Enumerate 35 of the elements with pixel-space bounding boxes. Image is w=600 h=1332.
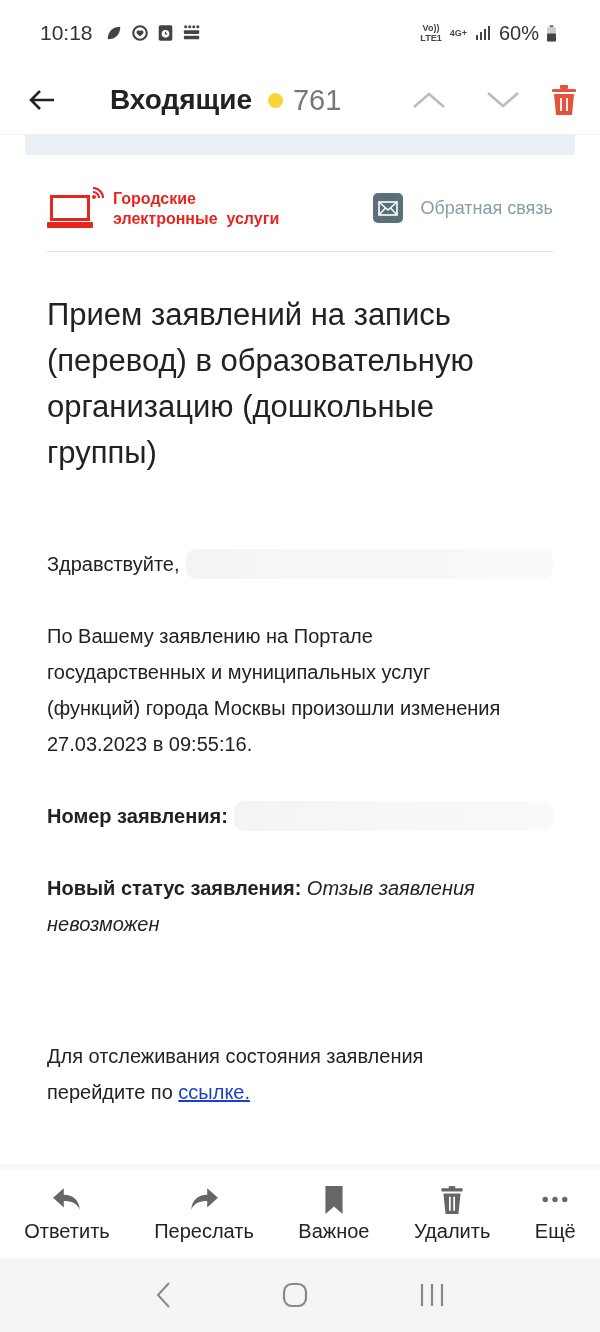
app-logo-icon [181, 24, 202, 42]
toolbar-button[interactable]: Удалить [413, 1185, 491, 1243]
status-time: 10:18 [40, 21, 93, 45]
network-label: Vo)) LTE1 [420, 23, 442, 43]
toolbar-button[interactable]: Ответить [24, 1185, 110, 1243]
rounded-square-icon [282, 1282, 308, 1308]
chevron-down-icon [486, 91, 520, 109]
trash-icon [552, 85, 576, 115]
laptop-wifi-icon [47, 187, 105, 229]
envelope-icon [373, 193, 404, 223]
body-text: Новый статус заявления: Отзыв заявления невозможен [47, 876, 476, 937]
logo-text: Городские [113, 189, 197, 209]
body-text: Здравствуйте, [47, 552, 180, 577]
unread-count: 761 [293, 83, 342, 117]
tracking-link[interactable]: ссылке. [178, 1081, 251, 1103]
clock-app-icon [156, 24, 174, 42]
battery-icon [547, 24, 556, 42]
three-bars-icon [418, 1282, 445, 1308]
toolbar-button[interactable]: Ещё [534, 1185, 576, 1243]
body-text: Для отслеживания состояния заявления перейдите по ссылке. [47, 1044, 425, 1105]
email-subject: Прием заявлений на запись (перевод) в образовательную организацию (дошкольные группы) [47, 296, 475, 472]
more-dots-icon [542, 1195, 569, 1203]
toolbar-button[interactable]: Переслать [154, 1185, 254, 1243]
back-arrow-icon [28, 88, 56, 112]
folder-title: Входящие [110, 84, 252, 116]
battery-percent: 60% [498, 21, 539, 45]
chevron-up-icon [412, 91, 446, 109]
logo-text: электронные услуги [113, 209, 280, 229]
signal-icon [474, 25, 491, 41]
body-text: Номер заявления: [47, 804, 228, 829]
body-text: По Вашему заявлению на Портале государственных и муниципальных услуг (функций) города Москвы произошли изменения 27.03.2023 в 09:55:16. [47, 624, 502, 757]
toolbar-button[interactable]: Важное [298, 1185, 370, 1243]
heart-ring-icon [130, 24, 149, 42]
chevron-left-icon [155, 1281, 172, 1309]
network-label: 4G+ [449, 28, 467, 38]
